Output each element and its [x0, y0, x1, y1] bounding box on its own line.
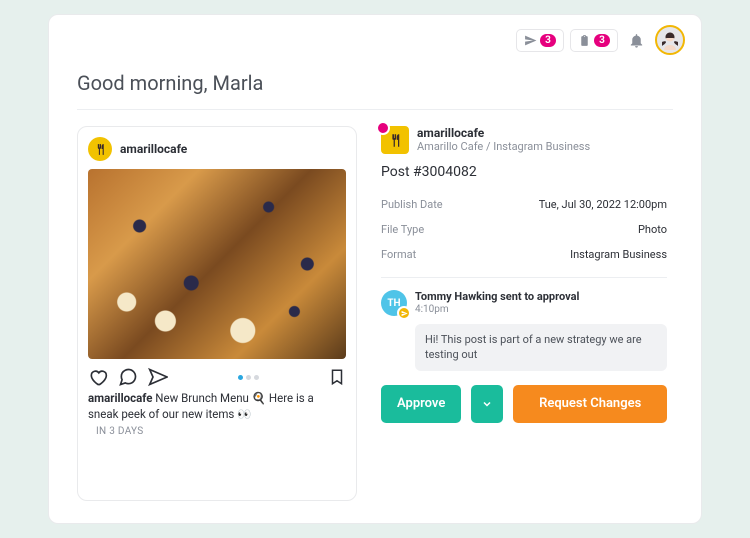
post-header: amarillocafe — [88, 137, 346, 161]
meta-label: File Type — [381, 223, 424, 236]
meta-label: Publish Date — [381, 198, 443, 211]
carousel-dots — [238, 375, 259, 380]
clipboard-count-badge: 3 — [594, 34, 610, 47]
send-notifications[interactable]: 3 — [516, 29, 564, 52]
bell-icon — [628, 32, 645, 49]
bell-button[interactable] — [624, 28, 649, 53]
post-username[interactable]: amarillocafe — [120, 142, 187, 156]
divider — [381, 277, 667, 278]
sent-badge-icon — [397, 306, 411, 320]
post-caption: amarillocafe New Brunch Menu 🍳 Here is a… — [88, 391, 346, 422]
clipboard-icon — [578, 34, 591, 47]
dot-active — [238, 375, 243, 380]
account-avatar-ring[interactable] — [88, 137, 112, 161]
topbar: 3 3 — [49, 15, 701, 65]
share-icon[interactable] — [148, 367, 168, 387]
post-id: Post #3004082 — [381, 164, 667, 180]
meta-format: Format Instagram Business — [381, 242, 667, 267]
user-avatar[interactable] — [655, 25, 685, 55]
instagram-badge-icon — [376, 121, 390, 135]
account-subtitle: Amarillo Cafe / Instagram Business — [417, 140, 590, 153]
chevron-down-icon — [481, 398, 493, 410]
post-action-row — [88, 359, 346, 391]
meta-value: Tue, Jul 30, 2022 12:00pm — [539, 198, 667, 211]
dot — [246, 375, 251, 380]
meta-publish-date: Publish Date Tue, Jul 30, 2022 12:00pm — [381, 192, 667, 217]
post-schedule-label: IN 3 DAYS — [88, 426, 346, 437]
activity-avatar: TH — [381, 290, 407, 316]
activity-note: TH Tommy Hawking sent to approval 4:10pm — [381, 290, 667, 316]
meta-value: Instagram Business — [570, 248, 667, 261]
post-preview-card: amarillocafe amarillocafe New Brunch Men… — [77, 126, 357, 501]
utensils-icon — [94, 143, 107, 156]
clipboard-notifications[interactable]: 3 — [570, 29, 618, 52]
activity-time: 4:10pm — [415, 304, 579, 315]
bookmark-icon[interactable] — [328, 368, 346, 386]
action-buttons: Approve Request Changes — [381, 385, 667, 423]
avatar-person-icon — [658, 28, 682, 52]
send-count-badge: 3 — [540, 34, 556, 47]
meta-label: Format — [381, 248, 416, 261]
heart-icon[interactable] — [88, 367, 108, 387]
dot — [254, 375, 259, 380]
account-row: amarillocafe Amarillo Cafe / Instagram B… — [381, 126, 667, 154]
post-image[interactable] — [88, 169, 346, 359]
activity-title: Tommy Hawking sent to approval — [415, 290, 579, 303]
content-area: amarillocafe amarillocafe New Brunch Men… — [49, 110, 701, 523]
meta-file-type: File Type Photo — [381, 217, 667, 242]
caption-username[interactable]: amarillocafe — [88, 391, 152, 405]
account-square-avatar[interactable] — [381, 126, 409, 154]
app-window: 3 3 Good morning, Marla amarillocafe — [48, 14, 702, 524]
utensils-icon — [388, 133, 403, 148]
approve-dropdown-button[interactable] — [471, 385, 503, 423]
comment-icon[interactable] — [118, 367, 138, 387]
account-name: amarillocafe — [417, 126, 590, 140]
request-changes-button[interactable]: Request Changes — [513, 385, 667, 423]
approve-button[interactable]: Approve — [381, 385, 461, 423]
meta-value: Photo — [638, 223, 667, 236]
paper-plane-icon — [524, 34, 537, 47]
page-greeting: Good morning, Marla — [49, 65, 701, 109]
activity-message: Hi! This post is part of a new strategy … — [415, 324, 667, 371]
post-details-panel: amarillocafe Amarillo Cafe / Instagram B… — [375, 126, 673, 501]
